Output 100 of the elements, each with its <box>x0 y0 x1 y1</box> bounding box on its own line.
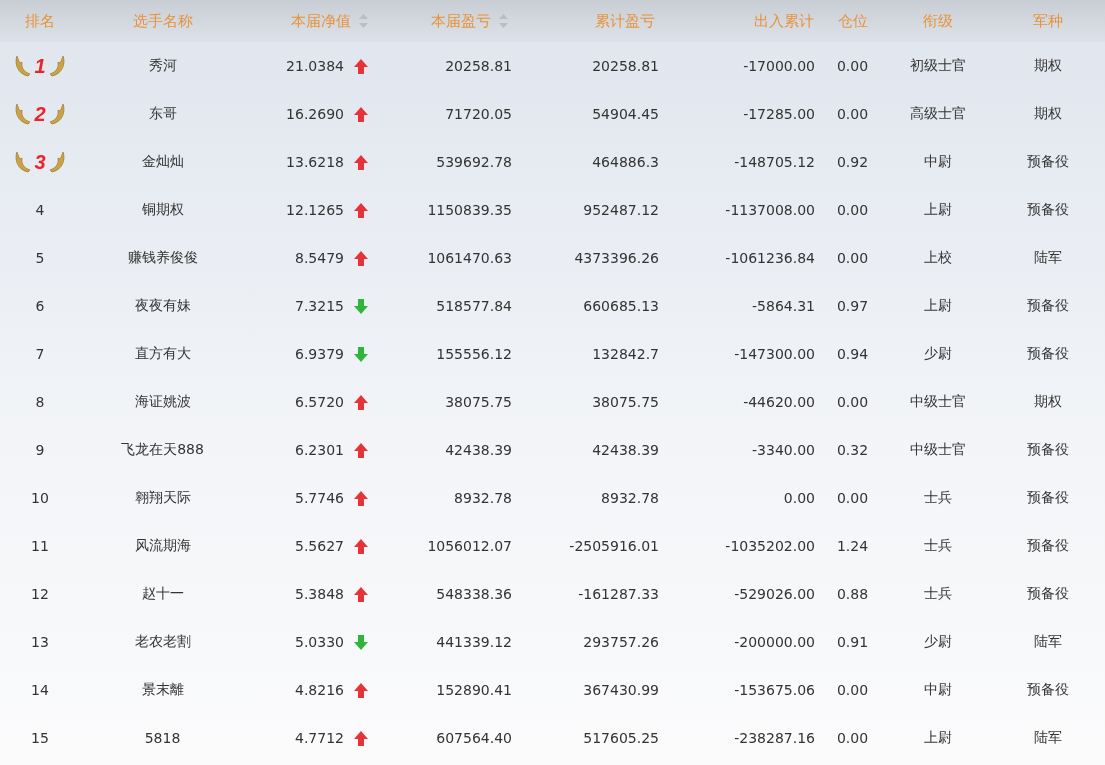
table-cell: 441339.12 <box>436 634 512 650</box>
table-cell: 0.94 <box>836 346 869 362</box>
table-cell: 6.5720 <box>295 394 344 410</box>
table-cell: 士兵 <box>923 537 952 555</box>
wing-icon <box>47 102 66 126</box>
rank-number: 10 <box>31 490 49 506</box>
table-cell: 5.0330 <box>295 634 344 650</box>
rank-number: 7 <box>35 346 45 362</box>
column-header: 本届净值 <box>291 11 351 31</box>
table-cell: 上尉 <box>923 729 952 747</box>
table-cell: -161287.33 <box>578 586 659 602</box>
player-name: 夜夜有妹 <box>134 297 191 315</box>
table-cell: 上尉 <box>923 297 952 315</box>
table-cell: 38075.75 <box>592 394 659 410</box>
rank-number: 15 <box>31 730 49 746</box>
table-cell: 20258.81 <box>445 58 512 74</box>
table-cell: 0.00 <box>836 250 869 266</box>
table-cell: 0.00 <box>836 394 869 410</box>
table-cell: -238287.16 <box>734 730 815 746</box>
table-cell: -200000.00 <box>734 634 815 650</box>
table-cell: 预备役 <box>1026 345 1069 363</box>
table-cell: -17285.00 <box>743 106 815 122</box>
player-name: 直方有大 <box>134 345 191 363</box>
rank-number: 14 <box>31 682 49 698</box>
table-cell: 607564.40 <box>436 730 512 746</box>
table-cell: 陆军 <box>1033 729 1062 747</box>
table-cell: 预备役 <box>1026 297 1069 315</box>
rank-number: 4 <box>35 202 45 218</box>
table-cell: 士兵 <box>923 489 952 507</box>
table-cell: 初级士官 <box>909 57 966 75</box>
player-name: 铜期权 <box>141 201 184 219</box>
table-cell: 7.3215 <box>295 298 344 314</box>
table-cell: 中尉 <box>923 153 952 171</box>
table-cell: 548338.36 <box>436 586 512 602</box>
table-cell: 预备役 <box>1026 489 1069 507</box>
table-cell: -1137008.00 <box>725 202 815 218</box>
table-cell: 预备役 <box>1026 441 1069 459</box>
table-cell: 367430.99 <box>583 682 659 698</box>
table-cell: 38075.75 <box>445 394 512 410</box>
wing-icon <box>14 150 33 174</box>
table-cell: 8932.78 <box>601 490 659 506</box>
table-cell: -17000.00 <box>743 58 815 74</box>
table-cell: 71720.05 <box>445 106 512 122</box>
table-cell: 6.2301 <box>295 442 344 458</box>
player-name: 秀河 <box>148 57 177 75</box>
table-cell: 132842.7 <box>592 346 659 362</box>
table-cell: 4.8216 <box>295 682 344 698</box>
column-header: 出入累计 <box>754 11 814 31</box>
table-cell: 517605.25 <box>583 730 659 746</box>
column-header: 仓位 <box>837 11 868 31</box>
table-cell: 293757.26 <box>583 634 659 650</box>
table-cell: 期权 <box>1033 105 1062 123</box>
table-cell: 152890.41 <box>436 682 512 698</box>
table-cell: -5864.31 <box>752 298 815 314</box>
table-cell: 上尉 <box>923 201 952 219</box>
table-cell: 5.5627 <box>295 538 344 554</box>
table-cell: -1035202.00 <box>725 538 815 554</box>
table-cell: 预备役 <box>1026 681 1069 699</box>
player-name: 飞龙在天888 <box>121 441 204 459</box>
table-cell: 高级士官 <box>909 105 966 123</box>
table-cell: 0.00 <box>836 682 869 698</box>
table-cell: -44620.00 <box>743 394 815 410</box>
player-name: 金灿灿 <box>141 153 184 171</box>
column-header: 衔级 <box>922 11 953 31</box>
table-cell: -153675.06 <box>734 682 815 698</box>
table-cell: 20258.81 <box>592 58 659 74</box>
table-cell: 539692.78 <box>436 154 512 170</box>
table-cell: 12.1265 <box>286 202 344 218</box>
player-name: 赚钱养俊俊 <box>127 249 198 267</box>
sort-icon[interactable] <box>499 14 508 28</box>
column-header: 本届盈亏 <box>431 11 491 31</box>
table-cell: 8932.78 <box>454 490 512 506</box>
table-cell: 0.32 <box>836 442 869 458</box>
table-cell: -2505916.01 <box>569 538 659 554</box>
player-name: 5818 <box>144 730 181 746</box>
table-cell: 0.00 <box>783 490 815 506</box>
table-cell: 0.00 <box>836 58 869 74</box>
table-cell: 4.7712 <box>295 730 344 746</box>
table-cell: 42438.39 <box>445 442 512 458</box>
table-cell: 期权 <box>1033 57 1062 75</box>
table-cell: 中级士官 <box>909 393 966 411</box>
column-header: 累计盈亏 <box>595 11 655 31</box>
rank-number: 12 <box>31 586 49 602</box>
table-cell: 660685.13 <box>583 298 659 314</box>
table-cell: 上校 <box>923 249 952 267</box>
table-cell: 士兵 <box>923 585 952 603</box>
table-cell: 期权 <box>1033 393 1062 411</box>
table-cell: 陆军 <box>1033 249 1062 267</box>
table-cell: 预备役 <box>1026 585 1069 603</box>
table-cell: 8.5479 <box>295 250 344 266</box>
rank-number: 3 <box>34 150 46 174</box>
column-header: 选手名称 <box>132 11 193 31</box>
table-cell: 54904.45 <box>592 106 659 122</box>
wing-icon <box>47 54 66 78</box>
table-cell: 5.7746 <box>295 490 344 506</box>
player-name: 翱翔天际 <box>134 489 191 507</box>
table-cell: 0.00 <box>836 202 869 218</box>
sort-icon[interactable] <box>359 14 368 28</box>
rank-number: 5 <box>35 250 45 266</box>
table-cell: 1150839.35 <box>427 202 512 218</box>
